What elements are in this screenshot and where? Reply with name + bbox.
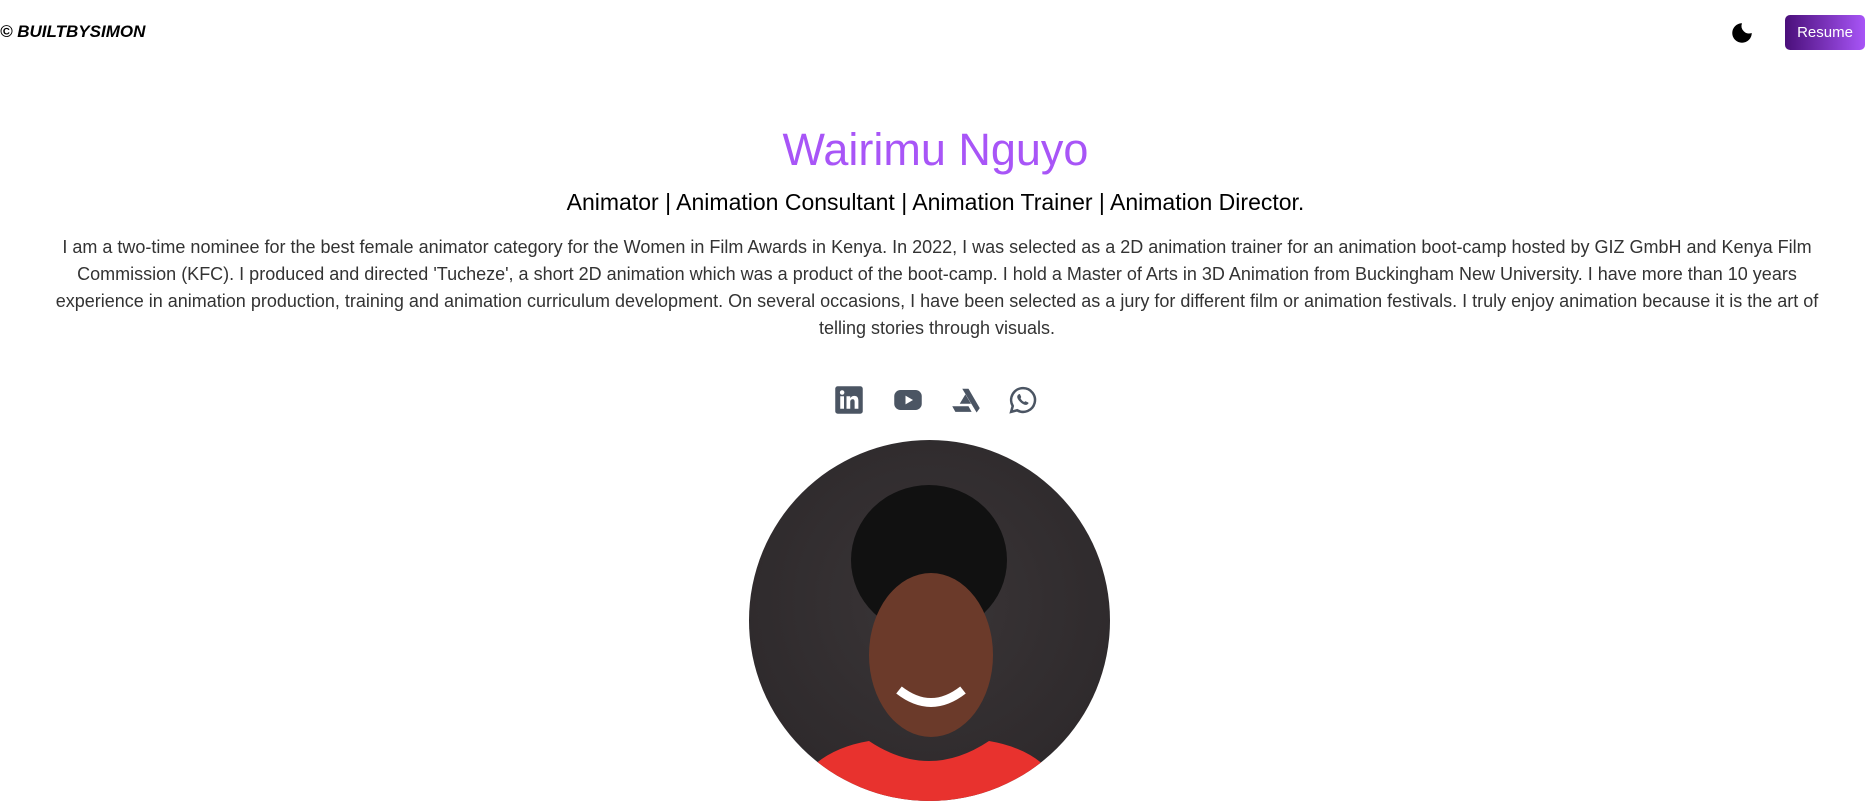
whatsapp-icon	[1008, 386, 1036, 414]
linkedin-icon	[834, 386, 863, 414]
artstation-icon	[951, 388, 980, 413]
theme-toggle-button[interactable]	[1729, 20, 1755, 46]
hero-subtitle: Animator | Animation Consultant | Animat…	[566, 189, 1305, 215]
portrait-image	[789, 485, 1069, 801]
artstation-link[interactable]	[950, 385, 980, 415]
hero-bio: I am a two-time nominee for the best fem…	[55, 237, 1819, 338]
linkedin-link[interactable]	[834, 385, 864, 415]
whatsapp-link[interactable]	[1008, 385, 1038, 415]
youtube-icon	[893, 390, 922, 410]
hero-name: Wairimu Nguyo	[782, 124, 1089, 175]
profile-photo	[749, 440, 1110, 801]
resume-button[interactable]: Resume	[1785, 15, 1865, 50]
social-links	[0, 385, 1871, 415]
site-logo[interactable]: © BUILTBYSIMON	[0, 22, 145, 42]
moon-icon	[1732, 23, 1752, 43]
youtube-link[interactable]	[892, 385, 922, 415]
